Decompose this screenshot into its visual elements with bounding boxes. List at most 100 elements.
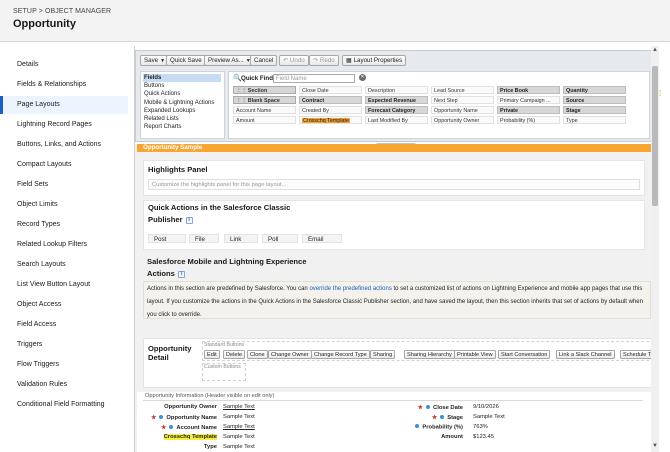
sidebar-item-compact-layouts[interactable]: Compact Layouts [0, 156, 128, 174]
sidebar-item-list-view-button-layout[interactable]: List View Button Layout [0, 276, 128, 294]
palette-field[interactable]: Price Book [497, 86, 560, 94]
preview-as-button[interactable]: Preview As... ▼ [204, 55, 255, 66]
palette-field[interactable]: Lead Source [431, 86, 494, 94]
palette-field[interactable]: Forecast Category [365, 106, 428, 114]
sidebar-item-triggers[interactable]: Triggers [0, 336, 128, 354]
sidebar-item-page-layouts[interactable]: Page Layouts [0, 96, 128, 114]
standard-button[interactable]: Sharing Hierarchy [404, 350, 455, 359]
sidebar-item-field-sets[interactable]: Field Sets [0, 176, 128, 194]
field-label[interactable]: Probability (%) [393, 424, 463, 431]
section-header[interactable]: Opportunity Information (Header visible … [143, 392, 643, 401]
palette-category[interactable]: Expanded Lookups [143, 107, 221, 115]
palette-field[interactable]: Account Name [233, 106, 296, 114]
scroll-thumb[interactable] [652, 66, 658, 206]
override-actions-link[interactable]: override the predefined actions [309, 286, 391, 292]
sidebar-item-lightning-record-pages[interactable]: Lightning Record Pages [0, 116, 128, 134]
sidebar-item-search-layouts[interactable]: Search Layouts [0, 256, 128, 274]
field-label[interactable]: Crosschq Template [147, 434, 217, 440]
action-chip[interactable]: Poll [262, 234, 298, 243]
sidebar-item-validation-rules[interactable]: Validation Rules [0, 376, 128, 394]
action-chip[interactable]: Post [148, 234, 186, 243]
palette-field[interactable]: Crosschq Template [299, 116, 362, 124]
field-dot-icon [440, 414, 445, 419]
cancel-button[interactable]: Cancel [250, 55, 278, 66]
palette-field[interactable]: ⋮⋮Blank Space [233, 96, 296, 104]
vertical-scrollbar[interactable]: ▲ ▼ [651, 46, 659, 452]
sidebar-item-object-access[interactable]: Object Access [0, 296, 128, 314]
field-label[interactable]: Type [147, 444, 217, 450]
standard-button[interactable]: Change Record Type [311, 350, 370, 359]
standard-button[interactable]: Change Owner [268, 350, 312, 359]
standard-button[interactable]: Start Conversation [498, 350, 551, 359]
palette-category[interactable]: Report Charts [143, 123, 221, 131]
layout-properties-button[interactable]: ▦ Layout Properties [342, 55, 407, 66]
palette-field-label: Last Modified By [368, 118, 408, 124]
quick-find-input[interactable]: Field Name [273, 74, 355, 83]
highlights-panel-placeholder[interactable]: Customize the highlights panel for this … [148, 179, 640, 190]
palette-field-label: Crosschq Template [302, 118, 351, 124]
palette-field[interactable]: Last Modified By [365, 116, 428, 124]
clear-icon[interactable]: ✕ [359, 74, 366, 81]
standard-button[interactable]: Printable View [454, 350, 496, 359]
sidebar-item-flow-triggers[interactable]: Flow Triggers [0, 356, 128, 374]
breadcrumb[interactable]: SETUP > OBJECT MANAGER [13, 8, 111, 15]
palette-field[interactable]: Probability (%) [497, 116, 560, 124]
standard-button[interactable]: Link a Slack Channel [556, 350, 615, 359]
palette-field[interactable]: Private [497, 106, 560, 114]
save-button[interactable]: Save ▼ [140, 55, 170, 66]
field-label[interactable]: ★ Account Name [147, 424, 217, 431]
palette-field[interactable]: Type [563, 116, 626, 124]
standard-button[interactable]: Sharing [370, 350, 396, 359]
palette-field[interactable]: Amount [233, 116, 296, 124]
palette-field[interactable]: Stage [563, 106, 626, 114]
undo-button[interactable]: ↶ Undo [279, 55, 309, 66]
action-chip[interactable]: Link [224, 234, 258, 243]
quick-save-button[interactable]: Quick Save [166, 55, 206, 66]
sidebar-item-related-lookup-filters[interactable]: Related Lookup Filters [0, 236, 128, 254]
action-chip[interactable]: File [189, 234, 219, 243]
sidebar-item-object-limits[interactable]: Object Limits [0, 196, 128, 214]
quick-find-label: Quick Find [241, 75, 273, 82]
page-title: Opportunity [13, 18, 76, 30]
info-icon[interactable]: i [177, 271, 185, 278]
palette-field[interactable]: Opportunity Owner [431, 116, 494, 124]
sidebar-item-conditional-field-formatting[interactable]: Conditional Field Formatting [0, 396, 128, 414]
palette-field[interactable]: Next Step [431, 96, 494, 104]
sidebar-item-record-types[interactable]: Record Types [0, 216, 128, 234]
palette-field[interactable]: Opportunity Name [431, 106, 494, 114]
palette-field[interactable]: Close Date [299, 86, 362, 94]
standard-button[interactable]: Delete [223, 350, 246, 359]
palette-field[interactable]: Source [563, 96, 626, 104]
palette-category[interactable]: Mobile & Lightning Actions [143, 99, 221, 107]
field-label[interactable]: ★ Close Date [393, 404, 463, 411]
palette-field[interactable]: ⋮⋮Section [233, 86, 296, 94]
field-label[interactable]: Opportunity Owner [147, 404, 217, 410]
sidebar-item-details[interactable]: Details [0, 56, 128, 74]
palette-category[interactable]: Related Lists [143, 115, 221, 123]
palette-field[interactable]: Description [365, 86, 428, 94]
scroll-down-icon[interactable]: ▼ [651, 442, 659, 450]
field-label[interactable]: ★ Opportunity Name [147, 414, 217, 421]
redo-button[interactable]: ↷ Redo [309, 55, 339, 66]
action-chip[interactable]: Email [302, 234, 342, 243]
info-icon[interactable]: i [185, 217, 193, 224]
field-label[interactable]: Amount [393, 434, 463, 440]
palette-field-label: Created By [302, 108, 329, 114]
palette-field[interactable]: Expected Revenue [365, 96, 428, 104]
sidebar-item-buttons-links-and-actions[interactable]: Buttons, Links, and Actions [0, 136, 128, 154]
palette-category[interactable]: Buttons [143, 82, 221, 90]
field-value: Sample Text [223, 434, 255, 440]
sidebar-item-field-access[interactable]: Field Access [0, 316, 128, 334]
scroll-up-icon[interactable]: ▲ [651, 46, 659, 54]
palette-field[interactable]: Contract [299, 96, 362, 104]
resize-grip-icon[interactable]: ⁞ [659, 88, 665, 100]
palette-category[interactable]: Quick Actions [143, 90, 221, 98]
sidebar-item-fields-relationships[interactable]: Fields & Relationships [0, 76, 128, 94]
standard-button[interactable]: Clone [247, 350, 268, 359]
palette-field[interactable]: Created By [299, 106, 362, 114]
field-label[interactable]: ★ Stage [393, 414, 463, 421]
palette-field[interactable]: Primary Campaign ... [497, 96, 560, 104]
palette-category[interactable]: Fields [143, 74, 221, 82]
standard-button[interactable]: Edit [204, 350, 220, 359]
palette-field[interactable]: Quantity [563, 86, 626, 94]
